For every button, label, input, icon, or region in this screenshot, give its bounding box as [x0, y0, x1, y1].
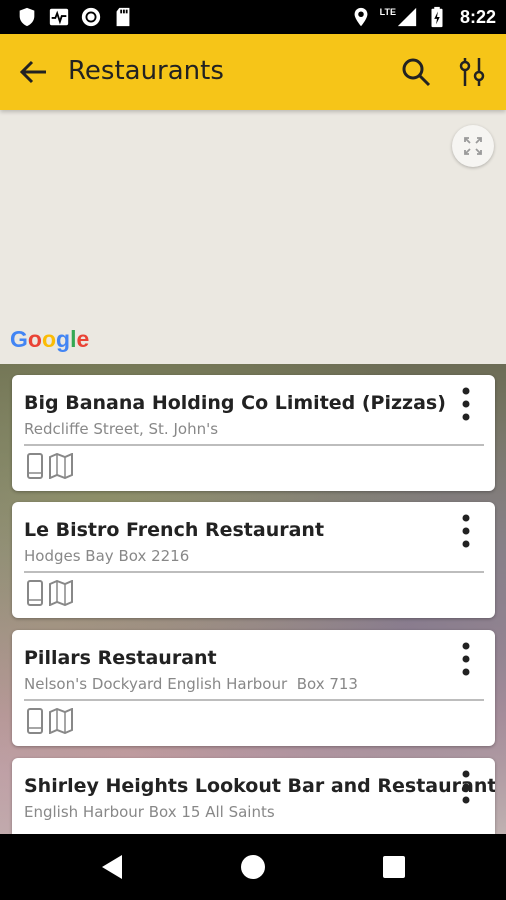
- expand-icon: [464, 137, 482, 155]
- restaurant-address: Hodges Bay Box 2216: [24, 547, 190, 565]
- app-bar: Restaurants: [0, 34, 506, 110]
- page-title: Restaurants: [68, 56, 224, 86]
- fullscreen-button[interactable]: [452, 125, 494, 167]
- filter-sliders-icon[interactable]: [454, 54, 490, 90]
- more-vert-icon[interactable]: [454, 768, 478, 806]
- battery-icon: [431, 6, 443, 28]
- more-vert-icon[interactable]: [454, 385, 478, 423]
- activity-icon: [49, 8, 69, 26]
- restaurant-address: Nelson's Dockyard English Harbour Box 71…: [24, 675, 358, 693]
- more-vert-icon[interactable]: [454, 640, 478, 678]
- restaurant-name: Big Banana Holding Co Limited (Pizzas): [24, 392, 446, 414]
- clock: 8:22: [459, 6, 496, 27]
- divider: [24, 444, 484, 446]
- map-icon[interactable]: [48, 708, 74, 734]
- restaurant-name: Le Bistro French Restaurant: [24, 519, 325, 541]
- restaurant-address: English Harbour Box 15 All Saints: [24, 803, 275, 821]
- signal-icon: [397, 7, 417, 27]
- restaurant-card[interactable]: Shirley Heights Lookout Bar and Restaura…: [12, 758, 495, 834]
- restaurant-name: Pillars Restaurant: [24, 647, 217, 669]
- back-arrow-icon[interactable]: [16, 54, 52, 90]
- recents-square-icon[interactable]: [379, 852, 409, 882]
- phone-icon[interactable]: [24, 453, 46, 479]
- home-circle-icon[interactable]: [238, 852, 268, 882]
- map-icon[interactable]: [48, 580, 74, 606]
- google-attribution-logo: Google: [10, 326, 90, 352]
- phone-icon[interactable]: [24, 580, 46, 606]
- location-icon: [354, 7, 368, 27]
- sd-card-icon: [116, 7, 130, 27]
- shield-icon: [19, 7, 35, 27]
- restaurant-card[interactable]: Pillars Restaurant Nelson's Dockyard Eng…: [12, 630, 495, 746]
- divider: [24, 699, 484, 701]
- restaurant-name: Shirley Heights Lookout Bar and Restaura…: [24, 775, 495, 797]
- circle-record-icon: [81, 7, 101, 27]
- phone-icon[interactable]: [24, 708, 46, 734]
- more-vert-icon[interactable]: [454, 512, 478, 550]
- restaurant-card[interactable]: Big Banana Holding Co Limited (Pizzas) R…: [12, 375, 495, 491]
- network-type: LTE: [379, 7, 396, 17]
- navigation-bar: [0, 834, 506, 900]
- map-icon[interactable]: [48, 453, 74, 479]
- restaurant-address: Redcliffe Street, St. John's: [24, 420, 219, 438]
- divider: [24, 571, 484, 573]
- status-bar: LTE 8:22: [0, 0, 506, 34]
- restaurant-card[interactable]: Le Bistro French Restaurant Hodges Bay B…: [12, 502, 495, 618]
- search-icon[interactable]: [398, 54, 434, 90]
- back-triangle-icon[interactable]: [98, 852, 128, 882]
